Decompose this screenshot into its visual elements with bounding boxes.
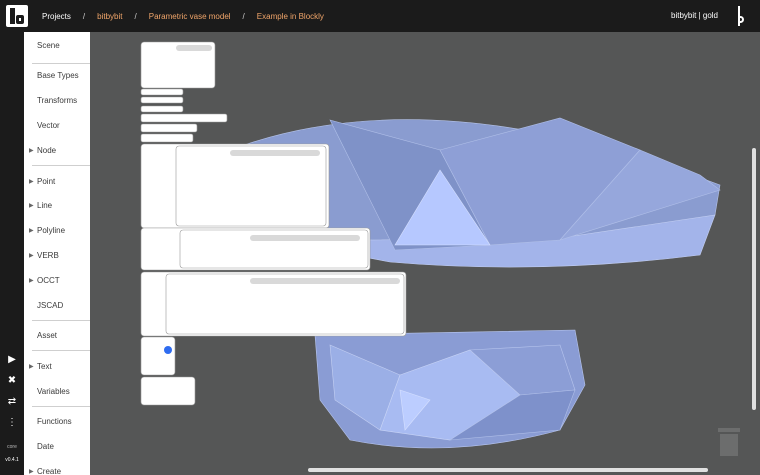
- breadcrumb-projects[interactable]: Projects: [42, 12, 71, 21]
- chevron-right-icon: ▶: [29, 253, 34, 259]
- user-account[interactable]: bitbybit | gold: [671, 11, 718, 20]
- toolbox-divider: [32, 320, 90, 321]
- version-number: v0.4.1: [5, 457, 19, 463]
- blockly-toolbox: Scene Base Types Transforms Vector ▶ Node…: [24, 32, 90, 475]
- workspace-viewport[interactable]: [90, 32, 760, 475]
- toolbox-category-date[interactable]: Date: [24, 438, 90, 456]
- toolbox-category-scene[interactable]: Scene: [24, 37, 90, 55]
- more-vertical-icon[interactable]: ⋮: [5, 417, 19, 429]
- toolbox-category-create[interactable]: ▶ Create: [24, 463, 90, 475]
- play-icon[interactable]: ▶: [5, 354, 19, 366]
- chevron-right-icon: ▶: [29, 228, 34, 234]
- chevron-right-icon: ▶: [29, 278, 34, 284]
- breadcrumb: Projects / bitbybit / Parametric vase mo…: [42, 0, 324, 32]
- top-bar: Projects / bitbybit / Parametric vase mo…: [0, 0, 760, 32]
- toolbox-category-transforms[interactable]: Transforms: [24, 92, 90, 110]
- chevron-right-icon: ▶: [29, 179, 34, 185]
- toolbox-category-polyline[interactable]: ▶ Polyline: [24, 222, 90, 240]
- toolbox-divider: [32, 165, 90, 166]
- breadcrumb-separator: /: [242, 11, 245, 21]
- horizontal-scrollbar[interactable]: [308, 468, 708, 472]
- vertical-scrollbar[interactable]: [752, 148, 756, 410]
- chevron-right-icon: ▶: [29, 364, 34, 370]
- left-rail: ▶ ✖ ⇄ ⋮ core v0.4.1: [0, 32, 24, 475]
- toolbox-category-node[interactable]: ▶ Node: [24, 142, 90, 160]
- toolbox-category-asset[interactable]: Asset: [24, 327, 90, 345]
- chevron-right-icon: ▶: [29, 469, 34, 475]
- chevron-right-icon: ▶: [29, 203, 34, 209]
- toolbox-divider: [32, 350, 90, 351]
- toolbox-divider: [32, 63, 90, 64]
- bitbybit-logo-icon[interactable]: [6, 5, 28, 27]
- trash-can-icon[interactable]: [718, 428, 740, 456]
- vase-3d-render[interactable]: [90, 32, 760, 475]
- breadcrumb-project-name[interactable]: Parametric vase model: [149, 12, 231, 21]
- toolbox-category-occt[interactable]: ▶ OCCT: [24, 272, 90, 290]
- breadcrumb-bitbybit[interactable]: bitbybit: [97, 12, 122, 21]
- toolbox-category-line[interactable]: ▶ Line: [24, 197, 90, 215]
- toolbox-category-vector[interactable]: Vector: [24, 117, 90, 135]
- toolbox-category-variables[interactable]: Variables: [24, 383, 90, 401]
- selected-block-indicator: [164, 346, 172, 354]
- toolbox-category-base-types[interactable]: Base Types: [24, 67, 90, 85]
- toolbox-category-text[interactable]: ▶ Text: [24, 358, 90, 376]
- breadcrumb-separator: /: [82, 11, 86, 21]
- tools-icon[interactable]: ✖: [5, 375, 19, 387]
- account-menu-icon[interactable]: [736, 6, 744, 26]
- toolbox-category-point[interactable]: ▶ Point: [24, 173, 90, 191]
- breadcrumb-separator: /: [134, 11, 137, 21]
- toolbox-divider: [32, 406, 90, 407]
- toolbox-category-jscad[interactable]: JSCAD: [24, 297, 90, 315]
- swap-icon[interactable]: ⇄: [5, 396, 19, 408]
- toolbox-category-verb[interactable]: ▶ VERB: [24, 247, 90, 265]
- toolbox-category-functions[interactable]: Functions: [24, 413, 90, 431]
- chevron-right-icon: ▶: [29, 148, 34, 154]
- breadcrumb-page[interactable]: Example in Blockly: [257, 12, 324, 21]
- version-label: core: [7, 444, 17, 450]
